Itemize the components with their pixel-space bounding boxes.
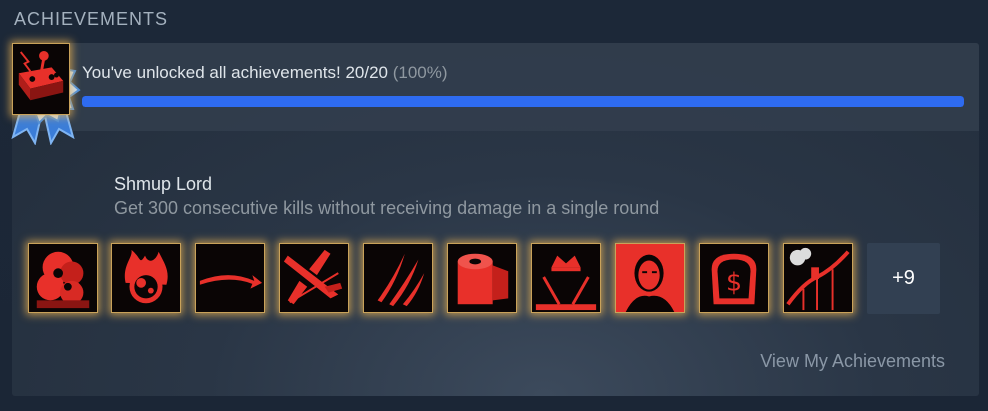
- progress-message: You've unlocked all achievements! 20/20: [82, 63, 388, 82]
- toast-dollar-icon: $: [700, 244, 768, 312]
- achievements-panel: You've unlocked all achievements! 20/20 …: [11, 43, 979, 396]
- flaming-bomb-icon: [112, 244, 180, 312]
- achievement-tile[interactable]: $: [699, 243, 769, 313]
- progress-bar: [82, 96, 964, 107]
- svg-text:$: $: [726, 268, 742, 297]
- achievement-tile[interactable]: [279, 243, 349, 313]
- progress-text: You've unlocked all achievements! 20/20 …: [82, 63, 448, 83]
- featured-achievement-name: Shmup Lord: [114, 174, 213, 194]
- section-title: ACHIEVEMENTS: [14, 9, 169, 29]
- arcade-joystick-icon: [13, 44, 69, 114]
- achievement-tile[interactable]: [111, 243, 181, 313]
- fighter-jet-icon: [280, 244, 348, 312]
- featured-achievement-icon[interactable]: [12, 43, 70, 115]
- explosion-icon: [29, 244, 97, 312]
- achievement-tile[interactable]: [28, 243, 98, 313]
- more-achievements-tile[interactable]: +9: [867, 243, 940, 314]
- view-my-achievements-link[interactable]: View My Achievements: [760, 351, 945, 372]
- claw-marks-icon: [364, 244, 432, 312]
- man-portrait-icon: [616, 244, 684, 312]
- achievement-tile[interactable]: [447, 243, 517, 313]
- achievement-tile[interactable]: [531, 243, 601, 313]
- achievement-tile[interactable]: [195, 243, 265, 313]
- crown-swords-icon: [532, 244, 600, 312]
- progress-percent: (100%): [392, 63, 448, 82]
- progress-bar-fill: [82, 96, 964, 107]
- progress-box: You've unlocked all achievements! 20/20 …: [12, 43, 979, 131]
- swoosh-arrow-icon: [196, 244, 264, 312]
- toilet-paper-icon: [448, 244, 516, 312]
- achievement-tile[interactable]: [783, 243, 853, 313]
- featured-achievement-description: Get 300 consecutive kills without receiv…: [114, 198, 660, 218]
- achievements-section: ACHIEVEMENTS You've unlocked all achieve…: [0, 0, 988, 411]
- roller-coaster-icon: [784, 244, 852, 312]
- achievement-tile[interactable]: [615, 243, 685, 313]
- achievement-tile[interactable]: [363, 243, 433, 313]
